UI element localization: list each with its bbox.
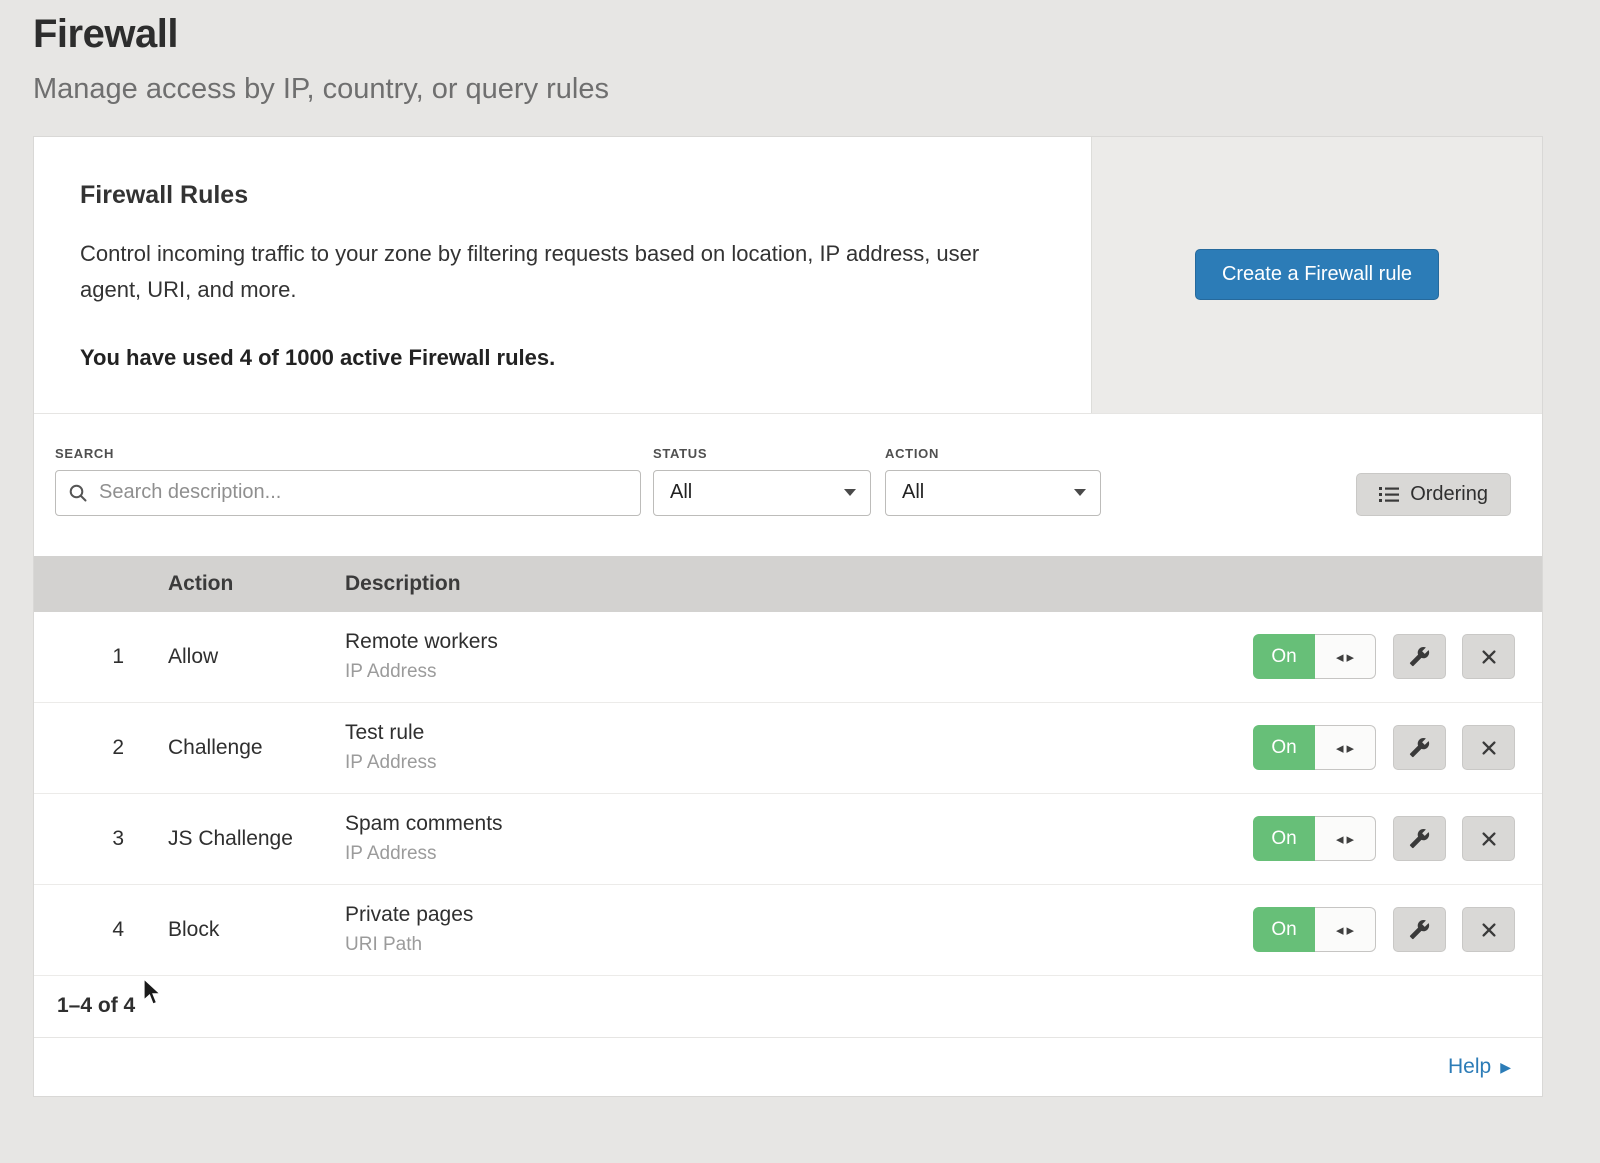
rule-match-type: IP Address xyxy=(345,843,1253,865)
toggle-arrows-icon: ◂▸ xyxy=(1315,816,1376,861)
rule-action: Challenge xyxy=(168,736,345,760)
page-title: Firewall xyxy=(33,12,1600,57)
search-label: SEARCH xyxy=(55,446,641,461)
wrench-icon xyxy=(1409,646,1430,667)
rule-number: 3 xyxy=(34,827,168,851)
toggle-on-label: On xyxy=(1253,907,1315,952)
delete-rule-button[interactable] xyxy=(1462,725,1515,770)
wrench-icon xyxy=(1409,828,1430,849)
table-row: 1 Allow Remote workers IP Address On ◂▸ xyxy=(34,612,1542,703)
toggle-on-label: On xyxy=(1253,816,1315,861)
edit-rule-button[interactable] xyxy=(1393,634,1446,679)
close-icon xyxy=(1480,830,1498,848)
rule-controls: On ◂▸ xyxy=(1253,816,1515,861)
ordering-button[interactable]: Ordering xyxy=(1356,473,1511,516)
status-label: STATUS xyxy=(653,446,871,461)
rule-match-type: IP Address xyxy=(345,661,1253,683)
close-icon xyxy=(1480,739,1498,757)
rule-match-type: URI Path xyxy=(345,934,1253,956)
rule-controls: On ◂▸ xyxy=(1253,634,1515,679)
chevron-down-icon xyxy=(844,489,856,496)
firewall-rules-info: Firewall Rules Control incoming traffic … xyxy=(34,137,1091,413)
firewall-card: Firewall Rules Control incoming traffic … xyxy=(33,136,1543,1097)
rule-number: 2 xyxy=(34,736,168,760)
page-subtitle: Manage access by IP, country, or query r… xyxy=(33,73,1600,106)
search-box xyxy=(55,470,641,516)
ordering-button-label: Ordering xyxy=(1410,483,1488,506)
firewall-rules-description: Control incoming traffic to your zone by… xyxy=(80,236,1025,309)
rule-action: Block xyxy=(168,918,345,942)
create-rule-panel: Create a Firewall rule xyxy=(1091,137,1542,413)
action-filter-group: ACTION All xyxy=(885,446,1101,516)
rule-description-cell: Test rule IP Address xyxy=(345,721,1253,774)
rule-description-cell: Private pages URI Path xyxy=(345,903,1253,956)
delete-rule-button[interactable] xyxy=(1462,816,1515,861)
toggle-arrows-icon: ◂▸ xyxy=(1315,725,1376,770)
help-row: Help ▶ xyxy=(34,1038,1542,1096)
status-select[interactable]: All xyxy=(653,470,871,516)
table-row: 4 Block Private pages URI Path On ◂▸ xyxy=(34,885,1542,976)
table-row: 3 JS Challenge Spam comments IP Address … xyxy=(34,794,1542,885)
firewall-rules-heading: Firewall Rules xyxy=(80,181,1031,210)
firewall-rules-panel: Firewall Rules Control incoming traffic … xyxy=(34,137,1542,414)
help-link[interactable]: Help ▶ xyxy=(1448,1055,1511,1079)
action-select-value: All xyxy=(902,481,924,504)
table-row: 2 Challenge Test rule IP Address On ◂▸ xyxy=(34,703,1542,794)
rule-description: Remote workers xyxy=(345,630,1253,654)
action-label: ACTION xyxy=(885,446,1101,461)
pagination-text: 1–4 of 4 xyxy=(57,994,135,1018)
arrow-right-icon: ▶ xyxy=(1500,1060,1511,1074)
rule-status-toggle[interactable]: On ◂▸ xyxy=(1253,725,1376,770)
help-link-label: Help xyxy=(1448,1055,1491,1079)
toggle-arrows-icon: ◂▸ xyxy=(1315,907,1376,952)
wrench-icon xyxy=(1409,919,1430,940)
rule-controls: On ◂▸ xyxy=(1253,725,1515,770)
rule-status-toggle[interactable]: On ◂▸ xyxy=(1253,634,1376,679)
rule-match-type: IP Address xyxy=(345,752,1253,774)
rule-action: Allow xyxy=(168,645,345,669)
delete-rule-button[interactable] xyxy=(1462,907,1515,952)
action-select[interactable]: All xyxy=(885,470,1101,516)
status-select-value: All xyxy=(670,481,692,504)
rule-action: JS Challenge xyxy=(168,827,345,851)
toggle-arrows-icon: ◂▸ xyxy=(1315,634,1376,679)
rule-number: 1 xyxy=(34,645,168,669)
search-filter-group: SEARCH xyxy=(55,446,641,516)
rule-description: Spam comments xyxy=(345,812,1253,836)
rule-description-cell: Spam comments IP Address xyxy=(345,812,1253,865)
rule-controls: On ◂▸ xyxy=(1253,907,1515,952)
delete-rule-button[interactable] xyxy=(1462,634,1515,679)
search-input[interactable] xyxy=(97,480,628,505)
edit-rule-button[interactable] xyxy=(1393,816,1446,861)
filters-bar: SEARCH STATUS All ACTION All xyxy=(34,414,1542,556)
create-firewall-rule-button[interactable]: Create a Firewall rule xyxy=(1195,249,1439,300)
toggle-on-label: On xyxy=(1253,725,1315,770)
rule-number: 4 xyxy=(34,918,168,942)
close-icon xyxy=(1480,648,1498,666)
table-header-description: Description xyxy=(345,572,1542,596)
ordered-list-icon xyxy=(1379,485,1399,503)
table-header: Action Description xyxy=(34,556,1542,612)
pagination-row: 1–4 of 4 xyxy=(34,976,1542,1038)
table-header-action: Action xyxy=(168,572,345,596)
chevron-down-icon xyxy=(1074,489,1086,496)
toggle-on-label: On xyxy=(1253,634,1315,679)
search-icon xyxy=(68,483,88,503)
firewall-rules-usage: You have used 4 of 1000 active Firewall … xyxy=(80,345,1031,371)
rule-description: Private pages xyxy=(345,903,1253,927)
rule-description-cell: Remote workers IP Address xyxy=(345,630,1253,683)
rule-status-toggle[interactable]: On ◂▸ xyxy=(1253,816,1376,861)
edit-rule-button[interactable] xyxy=(1393,725,1446,770)
page-header: Firewall Manage access by IP, country, o… xyxy=(0,0,1600,106)
rule-description: Test rule xyxy=(345,721,1253,745)
status-filter-group: STATUS All xyxy=(653,446,871,516)
wrench-icon xyxy=(1409,737,1430,758)
edit-rule-button[interactable] xyxy=(1393,907,1446,952)
rule-status-toggle[interactable]: On ◂▸ xyxy=(1253,907,1376,952)
close-icon xyxy=(1480,921,1498,939)
